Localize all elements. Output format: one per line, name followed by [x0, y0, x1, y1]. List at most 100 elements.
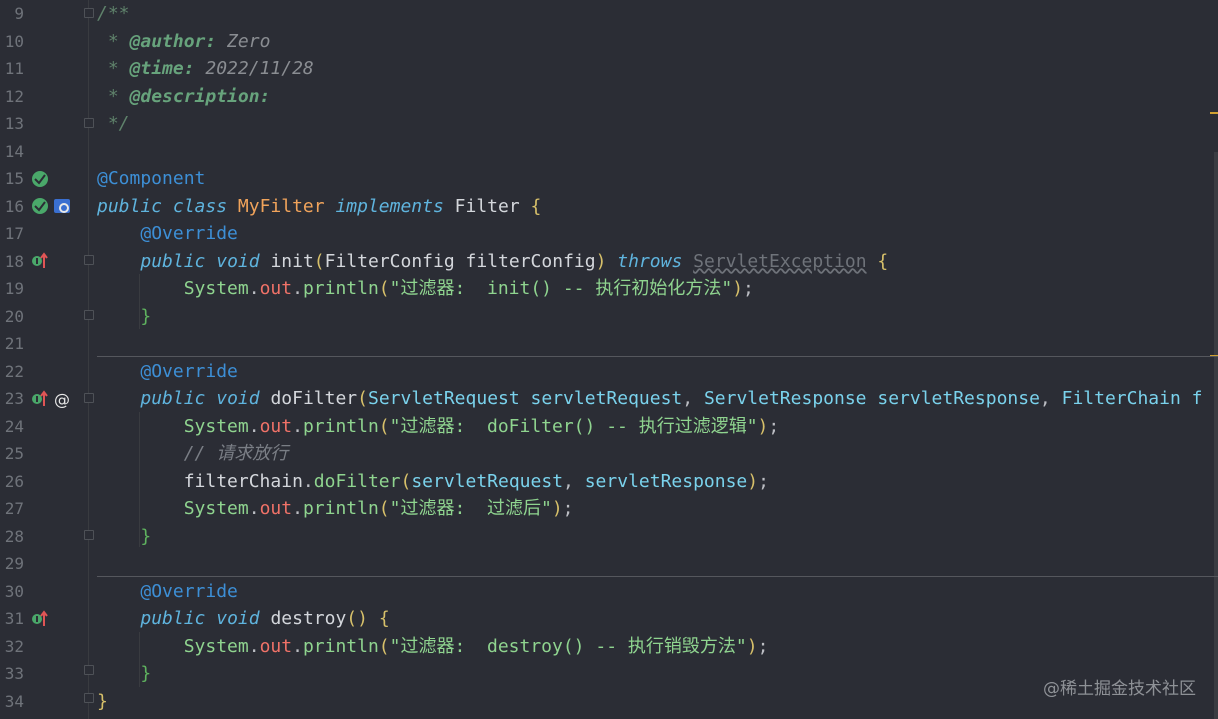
line-number: 14: [4, 141, 24, 161]
line-number: 23: [4, 389, 24, 408]
keyword-token: public: [97, 195, 163, 217]
string-token: "过滤器: doFilter() -- 执行过滤逻辑": [389, 415, 758, 437]
code-line[interactable]: 13 */: [0, 110, 1218, 138]
doc-value: Zero: [216, 30, 271, 52]
doc-value: 2022/11/28: [194, 58, 314, 79]
code-line[interactable]: 22 @Override: [0, 358, 1218, 386]
doc-tag: @description:: [129, 85, 271, 107]
class-token: System: [183, 278, 249, 299]
method-call-token: println: [302, 415, 379, 437]
line-number: 24: [4, 416, 24, 436]
line-number: 13: [4, 114, 24, 133]
method-call-token: println: [302, 498, 379, 519]
code-line[interactable]: 10 * @author: Zero: [0, 28, 1218, 56]
class-token: System: [183, 415, 249, 437]
code-line[interactable]: 34 }: [0, 688, 1218, 716]
keyword-token: void: [216, 608, 260, 629]
line-number: 32: [4, 636, 24, 656]
line-number: 12: [4, 86, 24, 106]
line-number: 27: [4, 499, 24, 518]
code-line[interactable]: 33 }: [0, 660, 1218, 688]
code-line[interactable]: 24 System.out.println("过滤器: doFilter() -…: [0, 413, 1218, 441]
keyword-token: void: [216, 250, 260, 272]
string-token: "过滤器: destroy() -- 执行销毁方法": [389, 635, 747, 657]
type-token: ServletResponse: [703, 388, 867, 409]
string-token: "过滤器: init() -- 执行初始化方法": [389, 278, 733, 299]
method-call-token: doFilter: [313, 470, 401, 492]
param-token: f: [1191, 388, 1203, 409]
annotation-token: @Override: [140, 223, 238, 244]
line-number: 20: [4, 306, 24, 326]
method-name-token: init: [270, 250, 314, 272]
line-number: 31: [4, 609, 24, 628]
doc-comment: *: [97, 85, 130, 107]
code-line[interactable]: 26 filterChain.doFilter(servletRequest, …: [0, 468, 1218, 496]
line-number: 10: [4, 31, 24, 51]
doc-comment: *: [97, 30, 130, 52]
annotation-token: @Override: [140, 360, 238, 382]
keyword-token: implements: [335, 195, 444, 217]
code-line[interactable]: 31 public void destroy() {: [0, 605, 1218, 633]
line-number: 26: [4, 471, 24, 491]
code-line[interactable]: 25 // 请求放行: [0, 440, 1218, 468]
code-line[interactable]: 29: [0, 550, 1218, 578]
field-token: out: [259, 635, 293, 657]
type-token: ServletRequest: [367, 388, 520, 409]
keyword-token: class: [172, 195, 228, 217]
variable-token: filterChain: [183, 470, 303, 492]
line-number: 17: [4, 224, 24, 243]
code-line[interactable]: 14: [0, 138, 1218, 166]
code-line[interactable]: 9 /**: [0, 0, 1218, 28]
type-token: FilterChain: [1061, 388, 1181, 409]
watermark: @稀土掘金技术社区: [1043, 679, 1196, 699]
code-line[interactable]: 17 @Override: [0, 220, 1218, 248]
doc-comment: */: [97, 113, 130, 134]
keyword-token: public: [140, 388, 206, 409]
class-token: System: [183, 498, 249, 519]
line-number: 18: [4, 251, 24, 271]
code-line[interactable]: 27 System.out.println("过滤器: 过滤后");: [0, 495, 1218, 523]
type-token: Filter: [454, 195, 520, 217]
class-name-token: MyFilter: [237, 195, 325, 217]
param-token: servletResponse: [584, 470, 748, 492]
line-number: 19: [4, 279, 24, 298]
line-number: 15: [4, 169, 24, 188]
code-line[interactable]: 11 * @time: 2022/11/28: [0, 55, 1218, 83]
type-token: FilterConfig: [324, 250, 455, 272]
param-token: servletRequest: [411, 470, 564, 492]
code-line[interactable]: 16 public class MyFilter implements Filt…: [0, 193, 1218, 221]
param-token: servletResponse: [877, 388, 1040, 409]
line-number: 22: [4, 361, 24, 381]
keyword-token: public: [140, 250, 206, 272]
code-line[interactable]: 12 * @description:: [0, 83, 1218, 111]
code-line[interactable]: 32 System.out.println("过滤器: destroy() --…: [0, 633, 1218, 661]
line-number: 25: [4, 444, 24, 463]
field-token: out: [259, 415, 293, 437]
code-editor[interactable]: @ 9 /** 10 * @author: Zero 11 * @time: 2…: [0, 0, 1218, 719]
param-token: filterConfig: [465, 250, 596, 272]
code-line[interactable]: 18 public void init(FilterConfig filterC…: [0, 248, 1218, 276]
field-token: out: [259, 498, 293, 519]
type-token: ServletException: [693, 250, 867, 272]
code-line[interactable]: 23 public void doFilter(ServletRequest s…: [0, 385, 1218, 413]
annotation-token: @Override: [140, 580, 238, 602]
code-line[interactable]: 21: [0, 330, 1218, 358]
code-line[interactable]: 28 }: [0, 523, 1218, 551]
line-number: 11: [4, 59, 24, 78]
string-token: "过滤器: 过滤后": [389, 498, 552, 519]
method-call-token: println: [302, 635, 379, 657]
method-name-token: destroy: [270, 608, 347, 629]
line-number: 28: [4, 526, 24, 546]
line-number: 30: [4, 581, 24, 601]
param-token: servletRequest: [530, 388, 683, 409]
code-line[interactable]: 30 @Override: [0, 578, 1218, 606]
code-line[interactable]: 15 @Component: [0, 165, 1218, 193]
annotation-token: @Component: [97, 168, 206, 189]
code-line[interactable]: 20 }: [0, 303, 1218, 331]
code-line[interactable]: 19 System.out.println("过滤器: init() -- 执行…: [0, 275, 1218, 303]
keyword-token: void: [216, 388, 260, 409]
doc-tag: @author:: [129, 30, 217, 52]
line-number: 16: [4, 196, 24, 216]
line-number: 29: [4, 554, 24, 573]
class-token: System: [183, 635, 249, 657]
